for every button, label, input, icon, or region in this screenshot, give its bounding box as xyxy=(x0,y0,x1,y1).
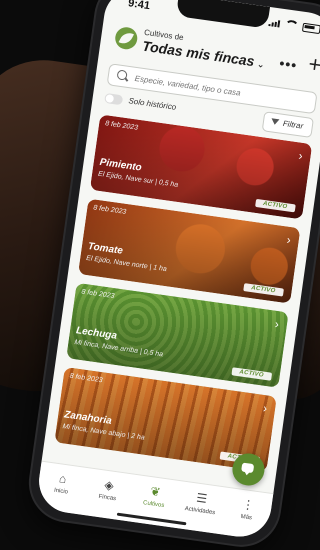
filter-button-label: Filtrar xyxy=(282,118,304,131)
status-badge: ACTIVO xyxy=(230,367,273,381)
leaf-logo-icon xyxy=(113,25,139,51)
farm-selector[interactable]: Todas mis fincas⌄ xyxy=(141,38,266,71)
crop-location: Mi finca, Nave arriba | 0,5 ha xyxy=(73,339,164,359)
nav-item-inicio[interactable]: ⌂ Inicio xyxy=(36,468,85,515)
crop-date: 8 feb 2023 xyxy=(69,372,103,385)
status-badge: ACTIVO xyxy=(254,198,296,213)
status-badge: ACTIVO xyxy=(242,283,284,297)
status-time: 9:41 xyxy=(127,0,151,13)
crop-date: 8 feb 2023 xyxy=(92,204,127,216)
chevron-down-icon: ⌄ xyxy=(256,58,266,70)
signal-icon xyxy=(268,18,281,27)
crop-name: Tomate xyxy=(87,241,124,257)
chevron-right-icon: › xyxy=(297,148,304,163)
chevron-right-icon: › xyxy=(285,232,292,248)
wifi-icon xyxy=(284,19,300,32)
crop-location: El Ejido, Nave norte | 1 ha xyxy=(85,254,168,274)
status-icons xyxy=(268,17,320,34)
filter-button[interactable]: Filtrar xyxy=(261,111,314,138)
crop-list: 8 feb 2023 › Pimiento El Ejido, Nave sur… xyxy=(53,114,313,480)
nav-item-actividades[interactable]: ☰ Actividades xyxy=(175,487,224,534)
crop-location: El Ejido, Nave sur | 0,5 ha xyxy=(97,170,179,189)
history-toggle-label: Solo histórico xyxy=(127,96,177,112)
farm-selector-label: Todas mis fincas xyxy=(141,37,256,70)
chevron-right-icon: › xyxy=(274,316,280,332)
history-toggle[interactable] xyxy=(104,92,124,106)
crop-date: 8 feb 2023 xyxy=(81,288,115,301)
add-crop-button[interactable]: + xyxy=(307,51,320,78)
search-icon xyxy=(116,69,128,81)
nav-item-mas[interactable]: ⋮ Más xyxy=(222,494,271,541)
battery-icon xyxy=(301,22,320,34)
more-options-icon[interactable]: ••• xyxy=(279,55,299,73)
chevron-right-icon: › xyxy=(262,400,269,416)
crop-date: 8 feb 2023 xyxy=(104,120,139,132)
filter-funnel-icon xyxy=(270,118,280,126)
